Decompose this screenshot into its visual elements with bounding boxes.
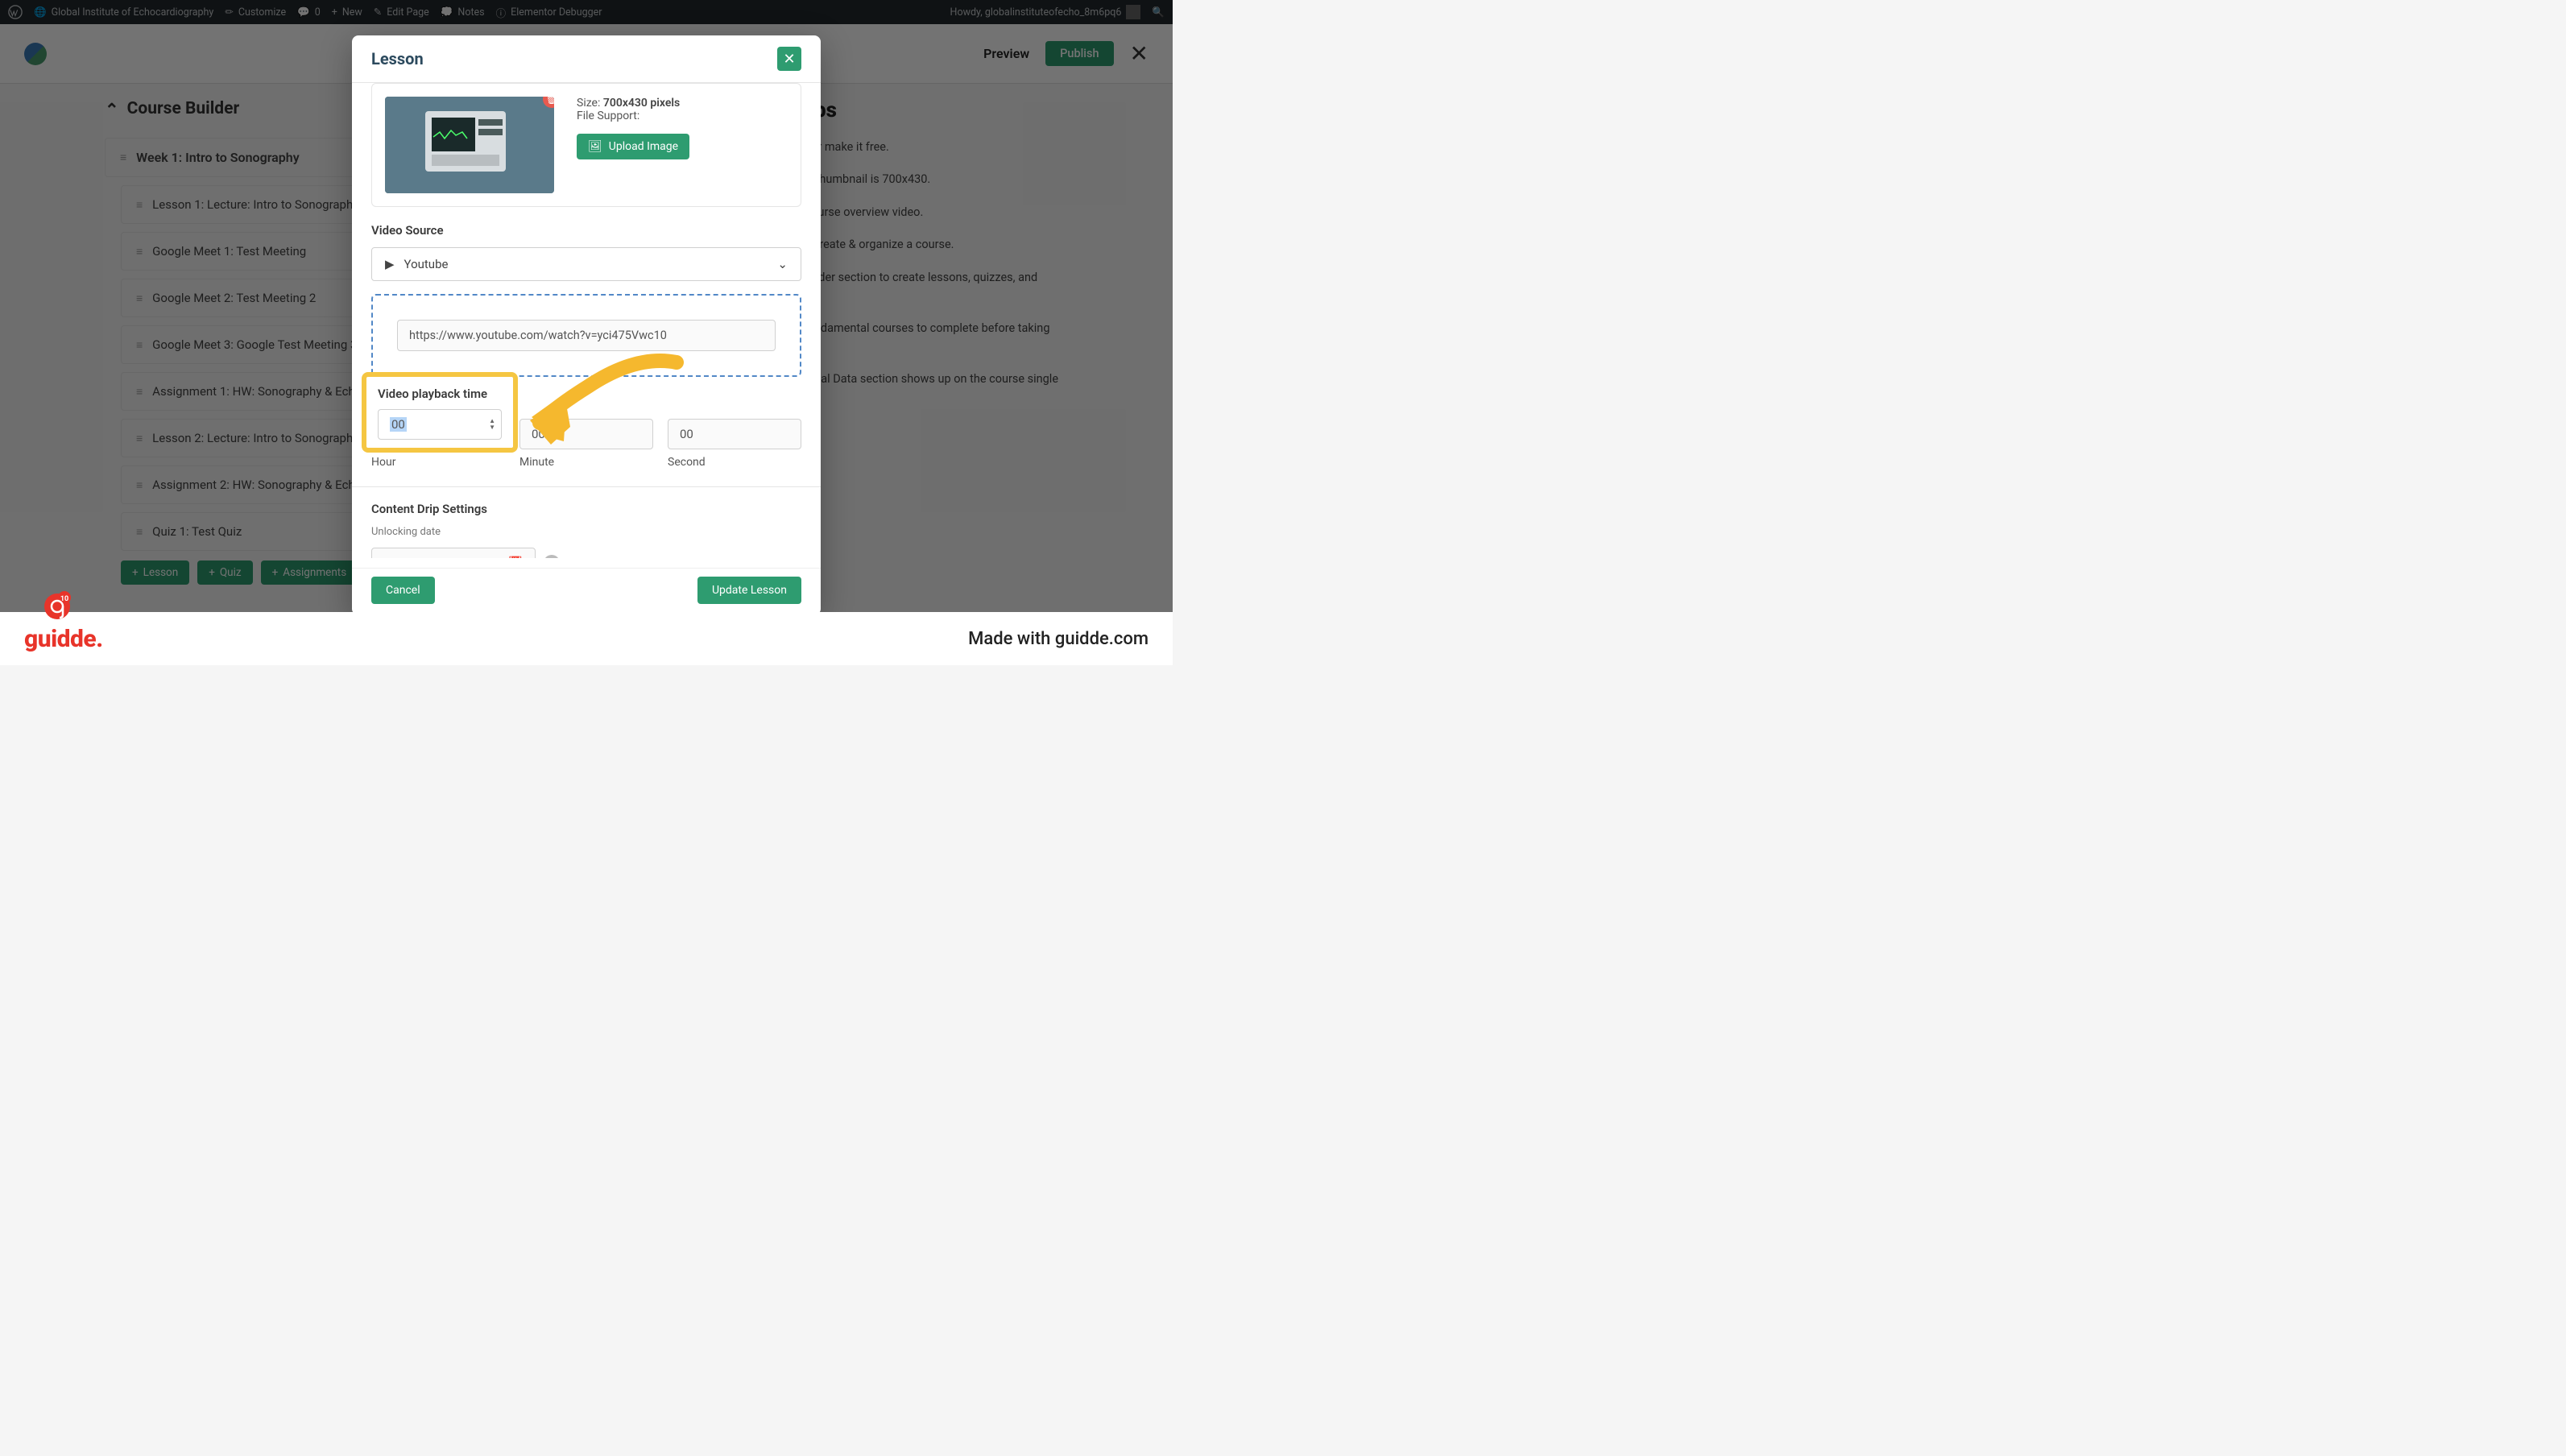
file-support-label: File Support: (577, 110, 689, 122)
second-input[interactable] (668, 419, 801, 449)
minute-input[interactable] (519, 419, 653, 449)
guidde-made-with: Made with guidde.com (968, 629, 1148, 649)
video-source-label: Video Source (371, 223, 801, 238)
trash-icon: 🗑 (545, 97, 554, 105)
hour-input-highlight[interactable]: 00 (378, 409, 502, 440)
playback-label-highlight: Video playback time (378, 387, 502, 401)
date-input[interactable]: March 4, 2024 📅 (371, 548, 536, 558)
featured-image-box: 🗑 Size: 700x430 pixels File Support: 🖼Up… (371, 83, 801, 207)
guidde-badge: 10 (42, 591, 72, 625)
guidde-footer: guidde. Made with guidde.com (0, 612, 1173, 665)
close-icon: ✕ (783, 51, 795, 68)
stepper-icon[interactable]: ▲▼ (489, 418, 495, 431)
modal-close-button[interactable]: ✕ (777, 47, 801, 71)
size-label: Size: (577, 97, 600, 110)
update-lesson-button[interactable]: Update Lesson (697, 577, 801, 604)
drip-title: Content Drip Settings (371, 502, 801, 516)
date-value: March 4, 2024 (383, 556, 460, 558)
lesson-modal: Lesson ✕ 🗑 Size: 700x430 pixels File Sup… (352, 35, 821, 615)
minute-label: Minute (519, 456, 653, 469)
close-icon: ✕ (548, 558, 555, 559)
chevron-down-icon: ⌄ (777, 257, 788, 271)
unlock-label: Unlocking date (371, 526, 801, 538)
size-value: 700x430 pixels (603, 97, 680, 110)
video-url-input[interactable] (397, 320, 776, 351)
video-source-select[interactable]: ▶ Youtube ⌄ (371, 247, 801, 281)
guidde-logo: guidde. (24, 625, 103, 653)
calendar-icon: 📅 (508, 556, 524, 558)
second-label: Second (668, 456, 801, 469)
modal-title: Lesson (371, 49, 424, 68)
highlight-spotlight: Video playback time 00 ▲▼ (362, 372, 518, 453)
video-source-value: Youtube (404, 257, 449, 271)
thumbnail-preview: 🗑 (385, 97, 554, 193)
upload-image-button[interactable]: 🖼Upload Image (577, 134, 689, 159)
cancel-button[interactable]: Cancel (371, 577, 435, 604)
youtube-icon: ▶ (385, 257, 395, 271)
clear-date-button[interactable]: ✕ (544, 555, 560, 558)
hour-label: Hour (371, 456, 505, 469)
image-icon: 🖼 (588, 140, 602, 153)
video-url-box (371, 294, 801, 377)
